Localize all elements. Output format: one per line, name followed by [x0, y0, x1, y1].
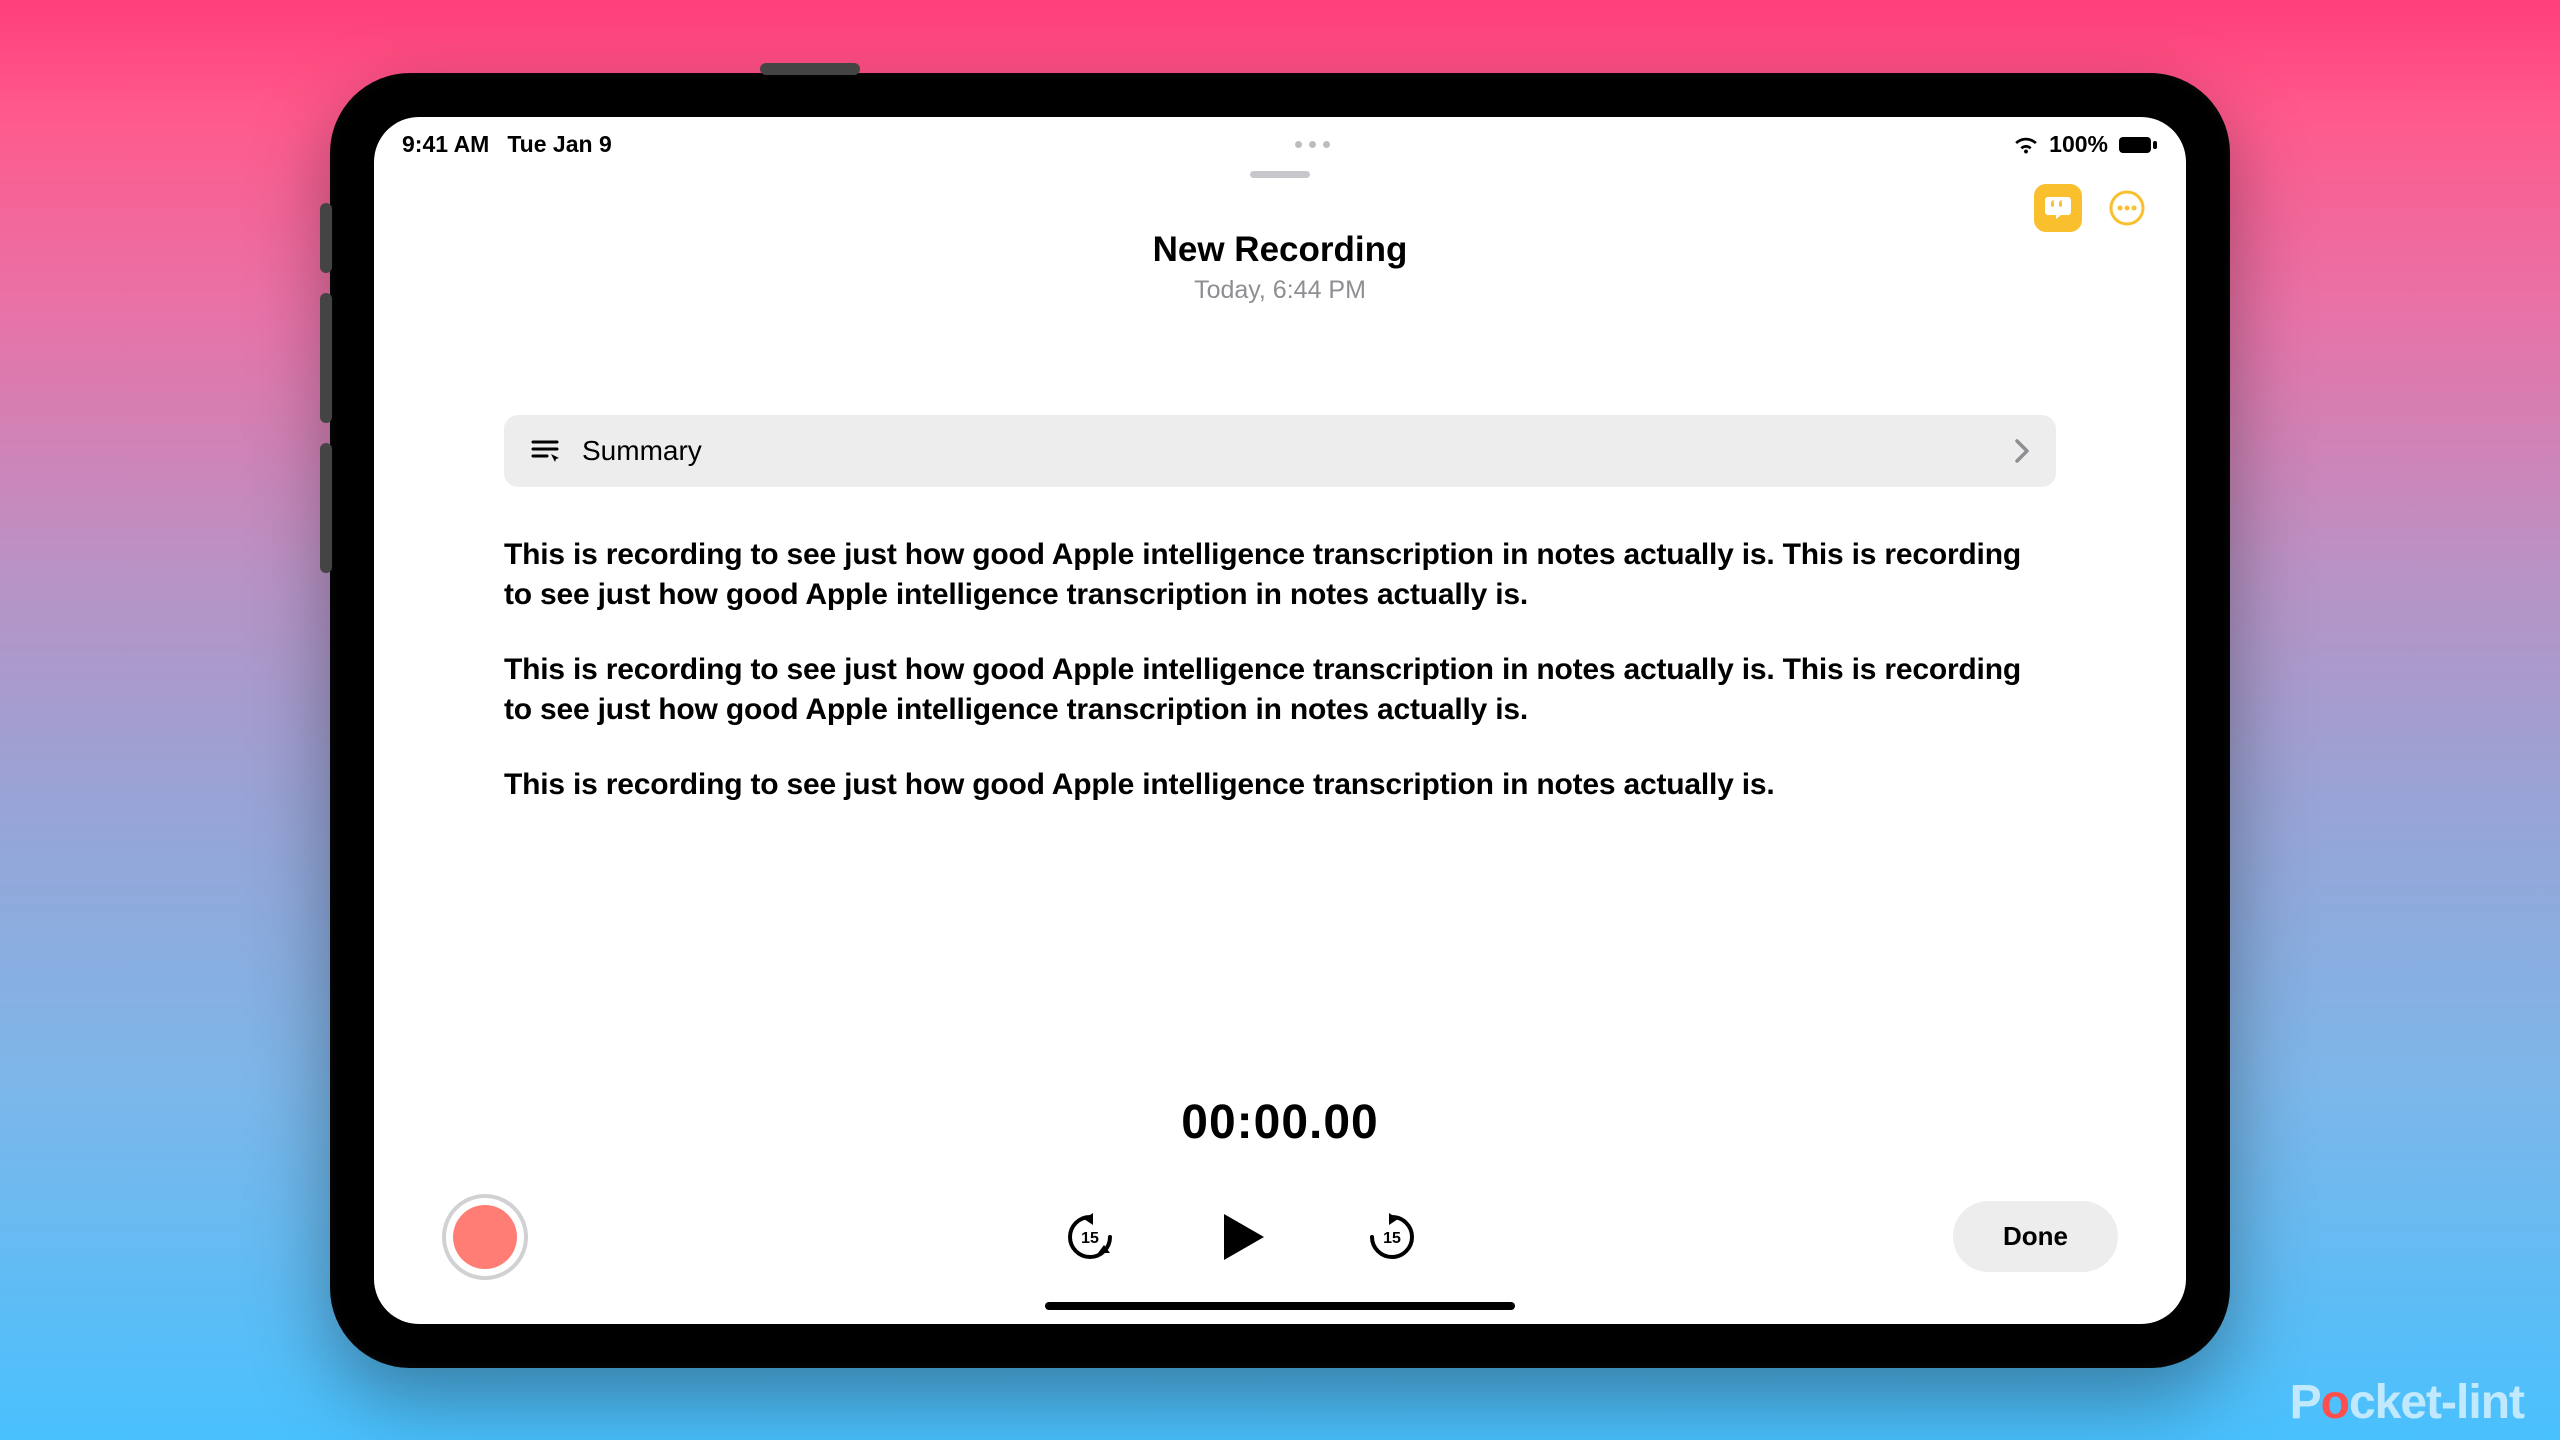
- watermark: Pocket-lint: [2290, 1375, 2524, 1430]
- skip-back-15-button[interactable]: 15: [1064, 1211, 1116, 1263]
- multitask-dots-icon[interactable]: [1295, 141, 1330, 148]
- side-hardware-button: [320, 443, 332, 573]
- summary-row[interactable]: Summary: [504, 415, 2056, 487]
- status-date: Tue Jan 9: [507, 131, 611, 158]
- transcript-paragraph: This is recording to see just how good A…: [504, 765, 2056, 806]
- summary-label: Summary: [582, 435, 702, 467]
- transcript-paragraph: This is recording to see just how good A…: [504, 535, 2056, 616]
- status-bar: 9:41 AM Tue Jan 9 100%: [374, 117, 2186, 163]
- svg-text:15: 15: [1081, 1230, 1099, 1247]
- transcript-paragraph: This is recording to see just how good A…: [504, 650, 2056, 731]
- screen: 9:41 AM Tue Jan 9 100%: [374, 117, 2186, 1324]
- recording-timestamp: Today, 6:44 PM: [374, 276, 2186, 305]
- transcription-button[interactable]: [2034, 184, 2082, 232]
- home-indicator[interactable]: [1045, 1302, 1515, 1310]
- battery-percent: 100%: [2049, 131, 2108, 158]
- recording-title[interactable]: New Recording: [374, 230, 2186, 270]
- sheet-grabber[interactable]: [1250, 171, 1310, 178]
- transcript-text: This is recording to see just how good A…: [504, 535, 2056, 806]
- playback-timer: 00:00.00: [442, 1095, 2118, 1150]
- more-options-button[interactable]: [2102, 183, 2152, 233]
- status-time: 9:41 AM: [402, 131, 489, 158]
- battery-icon: [2118, 135, 2158, 155]
- done-button[interactable]: Done: [1953, 1201, 2118, 1272]
- record-icon: [453, 1205, 517, 1269]
- player-bar: 00:00.00 15 15 Done: [374, 1095, 2186, 1280]
- record-button[interactable]: [442, 1194, 528, 1280]
- play-button[interactable]: [1212, 1208, 1270, 1266]
- skip-forward-15-button[interactable]: 15: [1366, 1211, 1418, 1263]
- volume-down-hardware-button: [320, 293, 332, 423]
- wifi-icon: [2013, 135, 2039, 155]
- ipad-device-frame: 9:41 AM Tue Jan 9 100%: [330, 73, 2230, 1368]
- svg-text:15: 15: [1383, 1230, 1401, 1247]
- chevron-right-icon: [2014, 438, 2030, 464]
- summary-icon: [530, 437, 560, 465]
- volume-up-hardware-button: [320, 203, 332, 273]
